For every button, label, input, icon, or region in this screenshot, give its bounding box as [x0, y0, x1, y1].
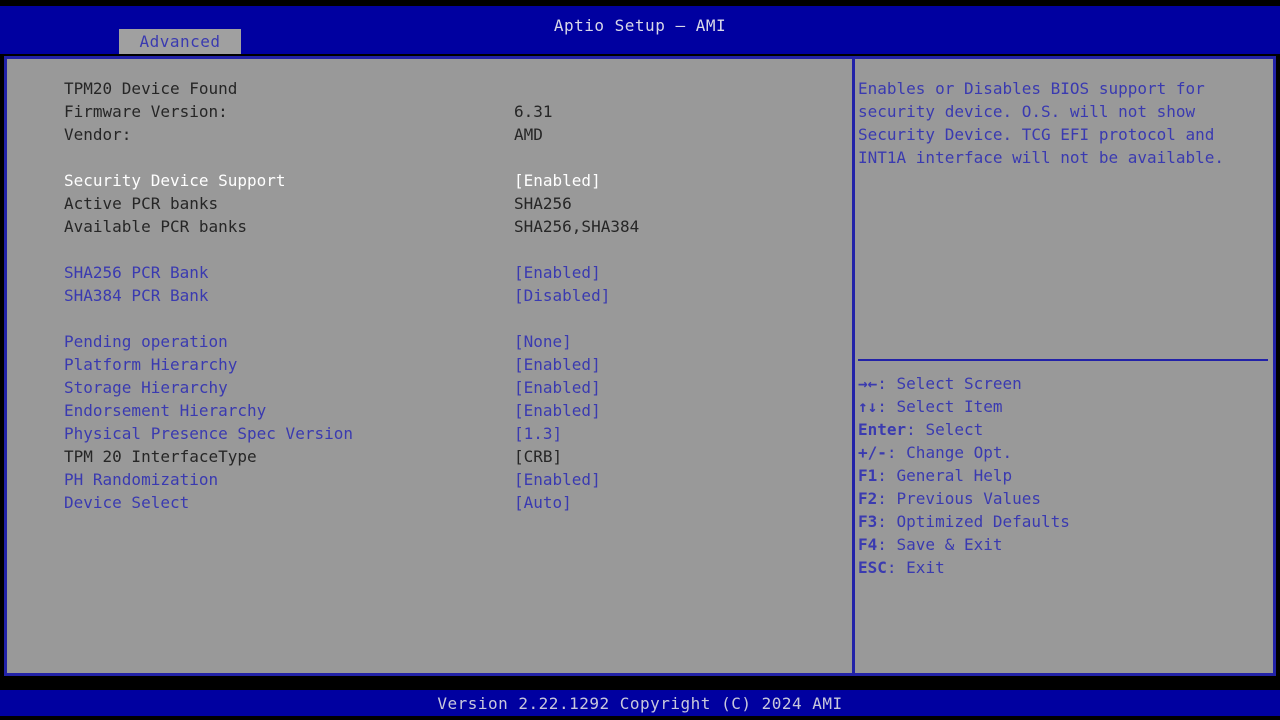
- setting-row-tpm-20-interfacetype: TPM 20 InterfaceType [CRB]: [64, 445, 844, 468]
- legend-description: : Save & Exit: [877, 535, 1002, 554]
- vertical-divider: [852, 59, 855, 673]
- legend-description: : Select Screen: [877, 374, 1022, 393]
- setting-row-available-pcr-banks: Available PCR banks SHA256,SHA384: [64, 215, 844, 238]
- settings-list: TPM20 Device FoundFirmware Version:6.31V…: [64, 77, 844, 514]
- setting-row-sha256-pcr-bank[interactable]: SHA256 PCR Bank [Enabled]: [64, 261, 844, 284]
- setting-label: SHA256 PCR Bank: [64, 261, 209, 284]
- settings-spacer: [64, 238, 844, 261]
- setting-value[interactable]: [1.3]: [514, 422, 562, 445]
- setting-label: Firmware Version:: [64, 100, 228, 123]
- legend-row-optimized-defaults: F3: Optimized Defaults: [858, 510, 1268, 533]
- setting-value[interactable]: [Enabled]: [514, 353, 601, 376]
- setting-label: Platform Hierarchy: [64, 353, 237, 376]
- setting-label: Pending operation: [64, 330, 228, 353]
- key-legend: →←: Select Screen↑↓: Select ItemEnter: S…: [858, 372, 1268, 579]
- setting-row-endorsement-hierarchy[interactable]: Endorsement Hierarchy [Enabled]: [64, 399, 844, 422]
- legend-key: F3: [858, 512, 877, 531]
- legend-key: Enter: [858, 420, 906, 439]
- setting-label: Active PCR banks: [64, 192, 218, 215]
- setting-row-sha384-pcr-bank[interactable]: SHA384 PCR Bank [Disabled]: [64, 284, 844, 307]
- settings-spacer: [64, 307, 844, 330]
- setting-row-ph-randomization[interactable]: PH Randomization [Enabled]: [64, 468, 844, 491]
- legend-row-exit: ESC: Exit: [858, 556, 1268, 579]
- setting-value[interactable]: [Enabled]: [514, 399, 601, 422]
- legend-row-select-item: ↑↓: Select Item: [858, 395, 1268, 418]
- setting-row-device-select[interactable]: Device Select [Auto]: [64, 491, 844, 514]
- legend-row-save-exit: F4: Save & Exit: [858, 533, 1268, 556]
- legend-key: F1: [858, 466, 877, 485]
- legend-description: : Optimized Defaults: [877, 512, 1070, 531]
- setting-label: TPM 20 InterfaceType: [64, 445, 257, 468]
- setting-label: PH Randomization: [64, 468, 218, 491]
- setting-row-active-pcr-banks: Active PCR banks SHA256: [64, 192, 844, 215]
- setting-value[interactable]: [Enabled]: [514, 468, 601, 491]
- legend-key: F2: [858, 489, 877, 508]
- setting-label: Security Device Support: [64, 169, 286, 192]
- legend-description: : Previous Values: [877, 489, 1041, 508]
- setting-label: Storage Hierarchy: [64, 376, 228, 399]
- setting-value[interactable]: [Disabled]: [514, 284, 610, 307]
- setting-value: SHA256: [514, 192, 572, 215]
- setting-value: AMD: [514, 123, 543, 146]
- setting-label: Endorsement Hierarchy: [64, 399, 266, 422]
- setting-label: Device Select: [64, 491, 189, 514]
- setting-row-firmware-version: Firmware Version: 6.31: [64, 100, 844, 123]
- legend-description: : Change Opt.: [887, 443, 1012, 462]
- legend-description: : General Help: [877, 466, 1012, 485]
- setting-value: [CRB]: [514, 445, 562, 468]
- legend-row-change-opt: +/-: Change Opt.: [858, 441, 1268, 464]
- tab-advanced[interactable]: Advanced: [119, 29, 241, 54]
- setting-value[interactable]: [Enabled]: [514, 261, 601, 284]
- legend-row-general-help: F1: General Help: [858, 464, 1268, 487]
- setting-value: SHA256,SHA384: [514, 215, 639, 238]
- setting-value: 6.31: [514, 100, 553, 123]
- setting-value[interactable]: [None]: [514, 330, 572, 353]
- legend-key: →←: [858, 374, 877, 393]
- legend-key: F4: [858, 535, 877, 554]
- setting-label: Physical Presence Spec Version: [64, 422, 353, 445]
- setting-label: SHA384 PCR Bank: [64, 284, 209, 307]
- help-text: Enables or Disables BIOS support for sec…: [858, 77, 1268, 169]
- setting-value[interactable]: [Enabled]: [514, 169, 601, 192]
- setting-row-pending-operation[interactable]: Pending operation [None]: [64, 330, 844, 353]
- setting-label: Available PCR banks: [64, 215, 247, 238]
- legend-key: ↑↓: [858, 397, 877, 416]
- footer-bar: Version 2.22.1292 Copyright (C) 2024 AMI: [0, 690, 1280, 716]
- legend-description: : Select Item: [877, 397, 1002, 416]
- legend-description: : Select: [906, 420, 983, 439]
- horizontal-divider: [858, 359, 1268, 361]
- setting-label: Vendor:: [64, 123, 131, 146]
- setting-row-storage-hierarchy[interactable]: Storage Hierarchy [Enabled]: [64, 376, 844, 399]
- setting-value[interactable]: [Auto]: [514, 491, 572, 514]
- legend-row-previous-values: F2: Previous Values: [858, 487, 1268, 510]
- legend-row-select-screen: →←: Select Screen: [858, 372, 1268, 395]
- setting-row-physical-presence-spec-version[interactable]: Physical Presence Spec Version [1.3]: [64, 422, 844, 445]
- legend-description: : Exit: [887, 558, 945, 577]
- main-panel: TPM20 Device FoundFirmware Version:6.31V…: [4, 56, 1276, 676]
- version-text: Version 2.22.1292 Copyright (C) 2024 AMI: [0, 692, 1280, 715]
- help-pane: Enables or Disables BIOS support for sec…: [858, 77, 1268, 169]
- legend-key: +/-: [858, 443, 887, 462]
- legend-row-select: Enter: Select: [858, 418, 1268, 441]
- legend-key: ESC: [858, 558, 887, 577]
- setting-row-security-device-support[interactable]: Security Device Support [Enabled]: [64, 169, 844, 192]
- setting-row-platform-hierarchy[interactable]: Platform Hierarchy [Enabled]: [64, 353, 844, 376]
- settings-spacer: [64, 146, 844, 169]
- setting-row-vendor: Vendor: AMD: [64, 123, 844, 146]
- setting-row-tpm20-device-found: TPM20 Device Found: [64, 77, 844, 100]
- setting-value[interactable]: [Enabled]: [514, 376, 601, 399]
- setting-label: TPM20 Device Found: [64, 77, 237, 100]
